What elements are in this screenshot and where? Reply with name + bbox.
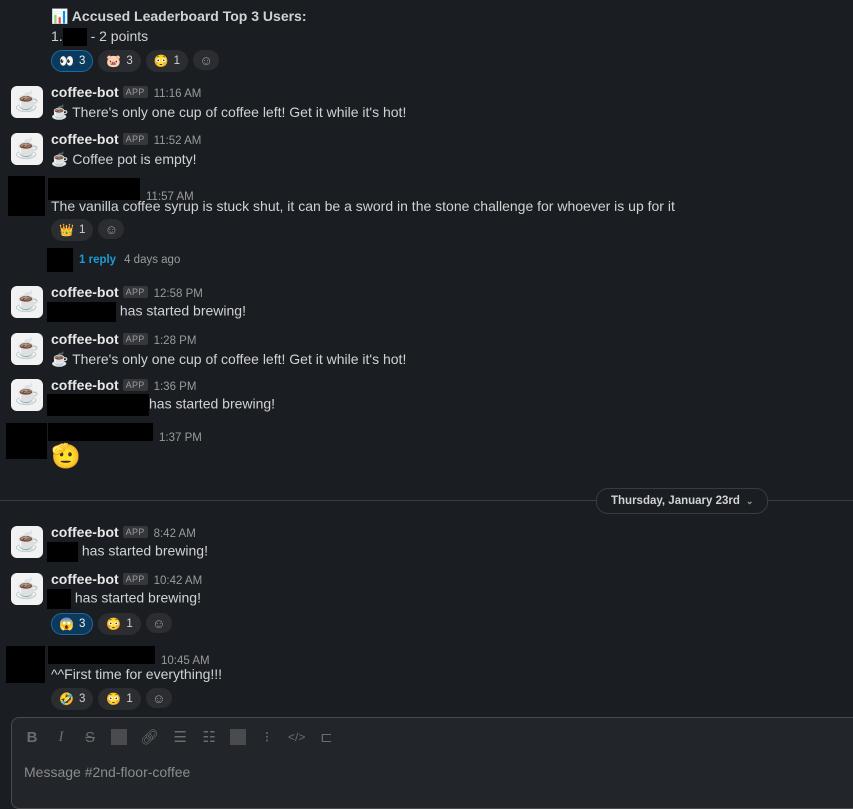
message-header: coffee-bot APP 11:16 AM bbox=[51, 84, 201, 100]
ordered-list-icon[interactable]: ☰ bbox=[172, 728, 188, 746]
message-text: ☕ Coffee pot is empty! bbox=[51, 151, 197, 167]
code-block-icon[interactable]: ⊏ bbox=[318, 728, 334, 746]
app-badge: APP bbox=[122, 379, 148, 391]
app-badge: APP bbox=[122, 573, 148, 585]
message-reactions: 🤣 3 😳 1 ☺ bbox=[51, 688, 172, 710]
app-badge: APP bbox=[122, 133, 148, 145]
leaderboard-reactions: 👀 3 🐷 3 😳 1 ☺ bbox=[51, 50, 220, 72]
reaction-flushed[interactable]: 😳 1 bbox=[98, 688, 141, 710]
sender-name[interactable]: coffee-bot bbox=[51, 524, 119, 540]
leaderboard-entry: 1. - 2 points bbox=[51, 28, 148, 47]
sender-name[interactable]: coffee-bot bbox=[51, 571, 119, 587]
add-reaction-icon[interactable]: ☺ bbox=[193, 50, 220, 70]
message-header: 10:45 AM bbox=[48, 646, 210, 667]
message-header: 1:37 PM bbox=[48, 423, 202, 444]
timestamp[interactable]: 1:37 PM bbox=[159, 432, 202, 444]
message-composer[interactable]: B I S 🔗︎ ☰ ☷ ⁝ </> ⊏ Message #2nd-floor-… bbox=[11, 717, 853, 809]
message-text: has started brewing! bbox=[47, 589, 201, 609]
chevron-down-icon: ⌄ bbox=[745, 495, 754, 506]
avatar[interactable] bbox=[8, 176, 45, 216]
reaction-face[interactable]: 🐷 3 bbox=[98, 50, 141, 72]
message-header: coffee-bot APP 10:42 AM bbox=[51, 571, 202, 587]
app-badge: APP bbox=[122, 86, 148, 98]
timestamp[interactable]: 1:28 PM bbox=[154, 335, 197, 347]
add-reaction-icon[interactable]: ☺ bbox=[145, 688, 172, 708]
message-reactions: 👑 1 ☺ bbox=[51, 219, 125, 241]
timestamp[interactable]: 1:36 PM bbox=[154, 381, 197, 393]
reaction-flushed[interactable]: 😳 1 bbox=[145, 50, 189, 72]
coffee-cup-icon[interactable]: ☕ bbox=[11, 526, 43, 558]
sender-name[interactable]: coffee-bot bbox=[51, 84, 119, 100]
reaction-flushed[interactable]: 😳 1 bbox=[98, 613, 141, 635]
timestamp[interactable]: 11:52 AM bbox=[154, 135, 202, 147]
message-text: The vanilla coffee syrup is stuck shut, … bbox=[51, 198, 675, 214]
coffee-cup-icon[interactable]: ☕ bbox=[11, 86, 43, 118]
message-header: coffee-bot APP 8:42 AM bbox=[51, 524, 196, 540]
sender-name[interactable]: coffee-bot bbox=[51, 331, 119, 347]
message-text: has started brewing! bbox=[47, 394, 275, 416]
timestamp[interactable]: 10:42 AM bbox=[154, 575, 203, 587]
sender-name[interactable]: coffee-bot bbox=[51, 131, 119, 147]
thread-avatar bbox=[47, 248, 73, 272]
message-header: coffee-bot APP 1:28 PM bbox=[51, 331, 196, 347]
message-text: ^^First time for everything!!! bbox=[51, 666, 223, 682]
code-icon[interactable]: </> bbox=[288, 730, 305, 744]
reaction-crown[interactable]: 👑 1 bbox=[51, 219, 94, 241]
sender-name[interactable]: coffee-bot bbox=[51, 377, 119, 393]
reaction-scream[interactable]: 😱 3 bbox=[51, 613, 94, 635]
message-emoji: 🫡 bbox=[51, 443, 81, 470]
toolbar-divider bbox=[111, 729, 127, 745]
coffee-cup-icon[interactable]: ☕ bbox=[11, 286, 43, 318]
redacted-name[interactable] bbox=[48, 178, 140, 200]
message-input[interactable]: Message #2nd-floor-coffee bbox=[24, 764, 190, 780]
italic-icon[interactable]: I bbox=[53, 729, 69, 746]
coffee-cup-icon[interactable]: ☕ bbox=[11, 379, 43, 411]
app-badge: APP bbox=[122, 526, 148, 538]
coffee-cup-icon[interactable]: ☕ bbox=[11, 333, 43, 365]
thread-last-reply: 4 days ago bbox=[124, 254, 181, 266]
message-header: coffee-bot APP 12:58 PM bbox=[51, 284, 203, 300]
blockquote-icon[interactable]: ⁝ bbox=[259, 728, 275, 746]
avatar[interactable] bbox=[6, 646, 45, 683]
add-reaction-icon[interactable]: ☺ bbox=[98, 219, 125, 239]
message-text: has started brewing! bbox=[47, 302, 246, 322]
timestamp[interactable]: 8:42 AM bbox=[154, 528, 196, 540]
leaderboard-title: 📊 Accused Leaderboard Top 3 Users: bbox=[51, 8, 307, 24]
toolbar-divider bbox=[230, 729, 247, 745]
reaction-rofl[interactable]: 🤣 3 bbox=[51, 688, 94, 710]
avatar[interactable] bbox=[6, 423, 47, 459]
formatting-toolbar: B I S 🔗︎ ☰ ☷ ⁝ </> ⊏ bbox=[24, 728, 334, 747]
strikethrough-icon[interactable]: S bbox=[82, 729, 98, 746]
app-badge: APP bbox=[122, 286, 148, 298]
timestamp[interactable]: 12:58 PM bbox=[154, 288, 203, 300]
message-text: ☕ There's only one cup of coffee left! G… bbox=[51, 104, 407, 120]
link-icon[interactable]: 🔗︎ bbox=[140, 728, 159, 746]
coffee-cup-icon[interactable]: ☕ bbox=[11, 133, 43, 165]
date-divider[interactable]: Thursday, January 23rd ⌄ bbox=[596, 488, 769, 514]
message-reactions: 😱 3 😳 1 ☺ bbox=[51, 613, 172, 635]
message-header: coffee-bot APP 11:52 AM bbox=[51, 131, 201, 147]
message-text: has started brewing! bbox=[47, 542, 208, 562]
coffee-cup-icon[interactable]: ☕ bbox=[11, 573, 43, 605]
add-reaction-icon[interactable]: ☺ bbox=[145, 613, 172, 633]
message-header: coffee-bot APP 1:36 PM bbox=[51, 377, 196, 393]
app-badge: APP bbox=[122, 333, 148, 345]
bulleted-list-icon[interactable]: ☷ bbox=[201, 728, 217, 746]
reaction-eyes[interactable]: 👀 3 bbox=[51, 50, 94, 72]
thread-reply-link[interactable]: 1 reply bbox=[79, 254, 116, 266]
bold-icon[interactable]: B bbox=[24, 729, 40, 746]
timestamp[interactable]: 11:16 AM bbox=[154, 88, 202, 100]
sender-name[interactable]: coffee-bot bbox=[51, 284, 119, 300]
redacted-name[interactable] bbox=[48, 423, 153, 441]
message-text: ☕ There's only one cup of coffee left! G… bbox=[51, 351, 407, 367]
redacted-name[interactable] bbox=[48, 646, 155, 664]
thread-summary[interactable]: 1 reply 4 days ago bbox=[47, 248, 180, 272]
